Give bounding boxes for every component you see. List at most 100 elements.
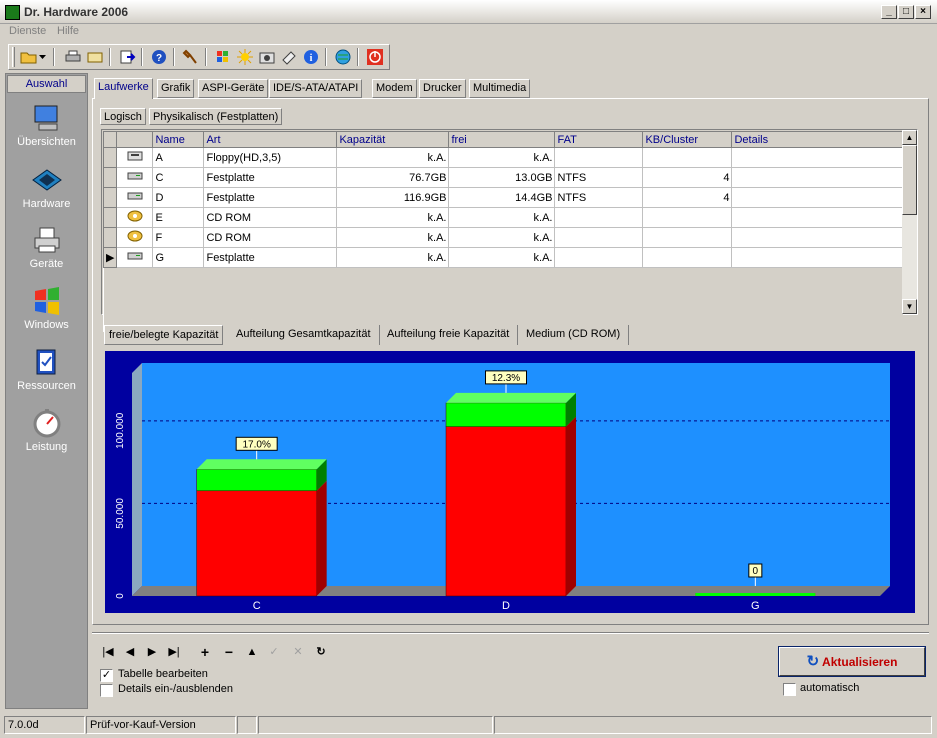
table-scrollbar[interactable]: ▲ ▼ — [902, 130, 917, 314]
cell-fat[interactable] — [554, 147, 644, 168]
cell-kb-cluster[interactable] — [642, 227, 733, 248]
first-icon[interactable]: |◀ — [101, 645, 115, 659]
chart-tab-gesamtkapazitaet[interactable]: Aufteilung Gesamtkapazität — [228, 325, 380, 345]
cell-fat[interactable] — [554, 247, 644, 268]
cell-kb-cluster[interactable] — [642, 147, 733, 168]
sidebar-item-geraete[interactable]: Geräte — [6, 224, 87, 284]
cell-frei[interactable]: k.A. — [448, 227, 556, 248]
table-row[interactable]: E CD ROM k.A. k.A. — [102, 207, 904, 228]
table-row[interactable]: F CD ROM k.A. k.A. — [102, 227, 904, 248]
cell-kb-cluster[interactable] — [642, 207, 733, 228]
sun-icon[interactable] — [235, 48, 255, 66]
edit-table-checkbox[interactable]: ✓ — [100, 669, 113, 682]
column-header-fat[interactable]: FAT — [554, 131, 644, 148]
camera-icon[interactable] — [257, 48, 277, 66]
cell-kapazitaet[interactable]: 116.9GB — [336, 187, 450, 208]
sidebar-item-hardware[interactable]: Hardware — [6, 164, 87, 224]
cell-kb-cluster[interactable] — [642, 247, 733, 268]
subtab-logisch[interactable]: Logisch — [100, 108, 146, 125]
refresh-button[interactable]: ↻ Aktualisieren — [778, 646, 926, 677]
sidebar-item-leistung[interactable]: Leistung — [6, 407, 87, 467]
cancel-icon[interactable]: ✕ — [291, 645, 305, 659]
notes-icon[interactable] — [279, 48, 299, 66]
cell-art[interactable]: Festplatte — [203, 167, 338, 188]
sidebar-item-ressourcen[interactable]: Ressourcen — [6, 346, 87, 406]
cell-details[interactable] — [731, 227, 904, 248]
cell-art[interactable]: CD ROM — [203, 207, 338, 228]
maximize-button[interactable]: □ — [898, 5, 914, 19]
prev-icon[interactable]: ◀ — [123, 645, 137, 659]
cell-frei[interactable]: 14.4GB — [448, 187, 556, 208]
column-header-kapazitaet[interactable]: Kapazität — [336, 131, 450, 148]
cell-fat[interactable] — [554, 227, 644, 248]
dropdown-arrow-icon[interactable] — [39, 55, 47, 61]
column-header-kb-cluster[interactable]: KB/Cluster — [642, 131, 733, 148]
next-icon[interactable]: ▶ — [145, 645, 159, 659]
row-indicator[interactable] — [102, 187, 118, 208]
sidebar-header[interactable]: Auswahl — [7, 75, 86, 93]
network-globe-icon[interactable] — [333, 48, 353, 66]
print-preview-icon[interactable] — [85, 48, 105, 66]
cell-name[interactable]: E — [152, 207, 205, 228]
export-icon[interactable] — [117, 48, 137, 66]
remove-icon[interactable]: − — [222, 645, 236, 659]
cell-frei[interactable]: k.A. — [448, 147, 556, 168]
auto-checkbox[interactable] — [783, 683, 796, 696]
tab-grafik[interactable]: Grafik — [157, 79, 195, 98]
cell-frei[interactable]: 13.0GB — [448, 167, 556, 188]
scroll-thumb[interactable] — [902, 145, 917, 215]
add-icon[interactable]: + — [198, 645, 212, 659]
cell-art[interactable]: Festplatte — [203, 187, 338, 208]
column-header-frei[interactable]: frei — [448, 131, 556, 148]
scroll-down-icon[interactable]: ▼ — [902, 299, 917, 314]
confirm-icon[interactable]: ✓ — [267, 645, 281, 659]
menu-hilfe[interactable]: Hilfe — [57, 25, 79, 37]
sidebar-item-windows[interactable]: Windows — [6, 285, 87, 345]
cell-details[interactable] — [731, 147, 904, 168]
cell-kapazitaet[interactable]: k.A. — [336, 247, 450, 268]
cell-kapazitaet[interactable]: k.A. — [336, 207, 450, 228]
cell-art[interactable]: Floppy(HD,3,5) — [203, 147, 338, 168]
cell-kapazitaet[interactable]: k.A. — [336, 147, 450, 168]
chart-tab-freie-kapazitaet[interactable]: Aufteilung freie Kapazität — [379, 325, 519, 345]
chart-tab-frei-belegt[interactable]: freie/belegte Kapazität — [104, 325, 224, 345]
cell-name[interactable]: C — [152, 167, 205, 188]
row-indicator[interactable] — [102, 147, 118, 168]
cell-name[interactable]: G — [152, 247, 205, 268]
last-icon[interactable]: ▶| — [167, 645, 181, 659]
printer-icon[interactable] — [63, 48, 83, 66]
cell-details[interactable] — [731, 207, 904, 228]
table-row[interactable]: C Festplatte 76.7GB 13.0GB NTFS 4 — [102, 167, 904, 188]
close-button[interactable]: × — [915, 5, 931, 19]
power-icon[interactable] — [365, 48, 385, 66]
cell-kapazitaet[interactable]: k.A. — [336, 227, 450, 248]
cell-fat[interactable] — [554, 207, 644, 228]
cell-frei[interactable]: k.A. — [448, 247, 556, 268]
tab-drucker[interactable]: Drucker — [419, 79, 466, 98]
up-icon[interactable]: ▲ — [245, 645, 259, 659]
menu-dienste[interactable]: Dienste — [9, 25, 46, 37]
table-row[interactable]: A Floppy(HD,3,5) k.A. k.A. — [102, 147, 904, 168]
sidebar-item-uebersichten[interactable]: Übersichten — [6, 102, 87, 162]
cell-name[interactable]: D — [152, 187, 205, 208]
tab-ide-sata-atapi[interactable]: IDE/S-ATA/ATAPI — [269, 79, 363, 98]
column-header-details[interactable]: Details — [731, 131, 904, 148]
chart-tab-medium[interactable]: Medium (CD ROM) — [518, 325, 630, 345]
cell-fat[interactable]: NTFS — [554, 187, 644, 208]
cell-details[interactable] — [731, 187, 904, 208]
cell-details[interactable] — [731, 247, 904, 268]
tools-icon[interactable] — [181, 48, 201, 66]
cell-details[interactable] — [731, 167, 904, 188]
scroll-up-icon[interactable]: ▲ — [902, 130, 917, 145]
table-row[interactable]: ▶ G Festplatte k.A. k.A. — [102, 247, 904, 268]
cell-kb-cluster[interactable]: 4 — [642, 187, 733, 208]
details-toggle-checkbox[interactable] — [100, 684, 113, 697]
row-indicator[interactable] — [102, 207, 118, 228]
info-icon[interactable]: i — [301, 48, 321, 66]
cell-kapazitaet[interactable]: 76.7GB — [336, 167, 450, 188]
cell-frei[interactable]: k.A. — [448, 207, 556, 228]
row-indicator[interactable] — [102, 227, 118, 248]
row-indicator[interactable]: ▶ — [102, 247, 118, 268]
tab-multimedia[interactable]: Multimedia — [469, 79, 531, 98]
cell-name[interactable]: A — [152, 147, 205, 168]
